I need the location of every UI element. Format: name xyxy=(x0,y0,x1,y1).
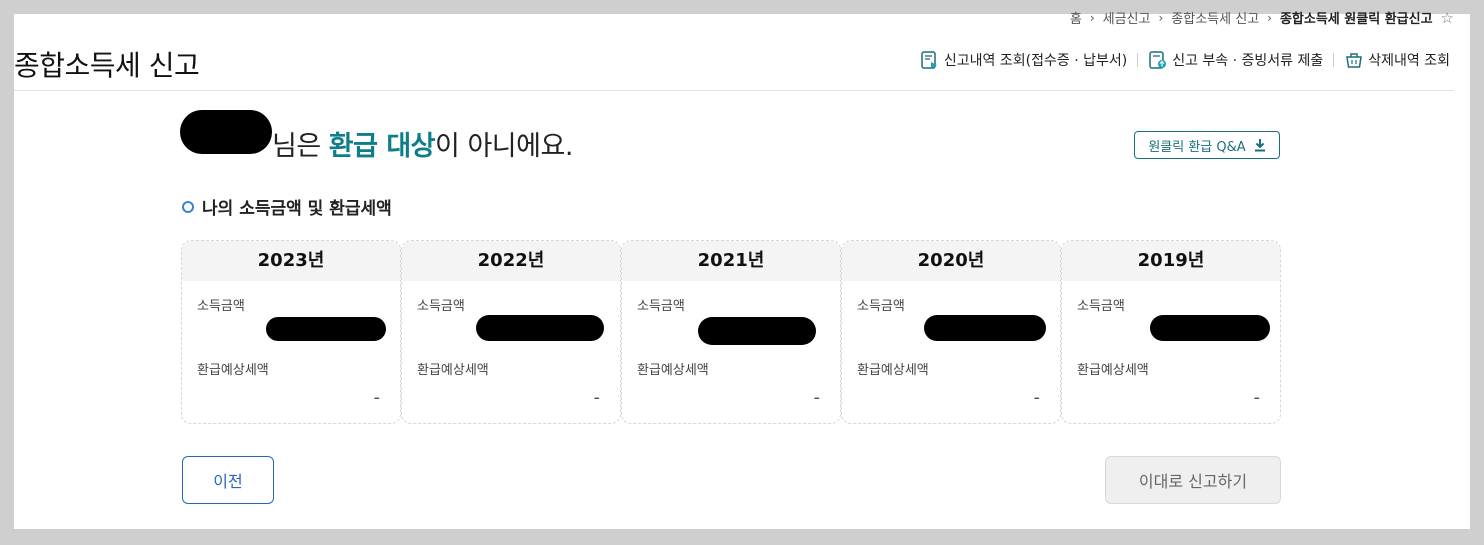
year-card: 2020년 소득금액 환급예상세액 - xyxy=(841,240,1061,424)
refund-value: - xyxy=(1033,387,1041,408)
headline-suffix: 님은 xyxy=(272,131,329,162)
income-label: 소득금액 xyxy=(637,299,685,314)
redacted-income xyxy=(698,317,816,345)
headline-rest: 이 아니에요. xyxy=(435,131,573,162)
submit-documents-link[interactable]: 신고 부속 · 증빙서류 제출 xyxy=(1148,50,1323,70)
refund-value: - xyxy=(813,387,821,408)
prev-button[interactable]: 이전 xyxy=(182,456,274,504)
deleted-history-link[interactable]: 삭제내역 조회 xyxy=(1344,50,1450,70)
year-label: 2021년 xyxy=(622,241,840,281)
page-title: 종합소득세 신고 xyxy=(14,49,200,82)
chevron-right-icon: › xyxy=(1158,10,1164,25)
star-icon[interactable]: ☆ xyxy=(1441,9,1454,27)
year-card: 2021년 소득금액 환급예상세액 - xyxy=(621,240,841,424)
year-label: 2023년 xyxy=(182,241,400,281)
filing-history-label: 신고내역 조회(접수증 · 납부서) xyxy=(943,53,1128,69)
refund-label: 환급예상세액 xyxy=(417,363,489,378)
header-divider xyxy=(14,90,1454,91)
bullet-dot-icon xyxy=(182,200,194,213)
top-links: 신고내역 조회(접수증 · 납부서) 신고 부속 · 증빙서류 제출 삭제내역 … xyxy=(920,50,1450,70)
income-label: 소득금액 xyxy=(857,299,905,314)
refund-label: 환급예상세액 xyxy=(857,363,929,378)
headline: 님은 환급 대상이 아니에요. xyxy=(272,124,573,163)
breadcrumb-current: 종합소득세 원클릭 환급신고 xyxy=(1279,12,1433,27)
income-label: 소득금액 xyxy=(417,299,465,314)
breadcrumb-home[interactable]: 홈 xyxy=(1070,8,1082,27)
refund-value: - xyxy=(1253,387,1261,408)
redacted-name xyxy=(180,110,272,154)
redacted-income xyxy=(476,315,604,341)
download-icon xyxy=(1254,139,1265,152)
trash-basket-icon xyxy=(1346,53,1363,68)
qa-label: 원클릭 환급 Q&A xyxy=(1148,139,1246,155)
redacted-income xyxy=(266,317,386,341)
redacted-income xyxy=(924,315,1046,341)
document-search-icon xyxy=(921,51,937,69)
year-cards: 2023년 소득금액 환급예상세액 - 2022년 소득금액 환급예상세액 - … xyxy=(181,240,1281,424)
year-label: 2020년 xyxy=(842,241,1060,281)
breadcrumb-tax-report[interactable]: 세금신고 xyxy=(1103,8,1151,27)
income-label: 소득금액 xyxy=(1077,299,1125,314)
document-upload-icon xyxy=(1149,51,1167,69)
filing-history-link[interactable]: 신고내역 조회(접수증 · 납부서) xyxy=(920,50,1127,70)
refund-label: 환급예상세액 xyxy=(637,363,709,378)
chevron-right-icon: › xyxy=(1089,10,1095,25)
year-card: 2019년 소득금액 환급예상세액 - xyxy=(1061,240,1281,424)
year-label: 2022년 xyxy=(402,241,620,281)
section-title: 나의 소득금액 및 환급세액 xyxy=(182,194,392,219)
income-label: 소득금액 xyxy=(197,299,245,314)
page: 홈 › 세금신고 › 종합소득세 신고 › 종합소득세 원클릭 환급신고 ☆ 종… xyxy=(14,9,1470,529)
deleted-history-label: 삭제내역 조회 xyxy=(1368,53,1450,69)
divider xyxy=(1137,53,1139,67)
qa-download-button[interactable]: 원클릭 환급 Q&A xyxy=(1134,131,1280,159)
year-card: 2022년 소득금액 환급예상세액 - xyxy=(401,240,621,424)
breadcrumb-income-tax[interactable]: 종합소득세 신고 xyxy=(1171,8,1259,27)
refund-label: 환급예상세액 xyxy=(1077,363,1149,378)
headline-highlight: 환급 대상 xyxy=(328,131,436,162)
refund-value: - xyxy=(593,387,601,408)
submit-as-is-button[interactable]: 이대로 신고하기 xyxy=(1105,456,1281,504)
year-card: 2023년 소득금액 환급예상세액 - xyxy=(181,240,401,424)
refund-value: - xyxy=(373,387,381,408)
breadcrumb: 홈 › 세금신고 › 종합소득세 신고 › 종합소득세 원클릭 환급신고 ☆ xyxy=(1070,8,1454,28)
section-title-label: 나의 소득금액 및 환급세액 xyxy=(202,199,392,219)
redacted-income xyxy=(1150,315,1270,341)
refund-label: 환급예상세액 xyxy=(197,363,269,378)
submit-documents-label: 신고 부속 · 증빙서류 제출 xyxy=(1172,53,1324,69)
chevron-right-icon: › xyxy=(1267,10,1272,25)
year-label: 2019년 xyxy=(1062,241,1280,281)
divider xyxy=(1333,53,1335,67)
